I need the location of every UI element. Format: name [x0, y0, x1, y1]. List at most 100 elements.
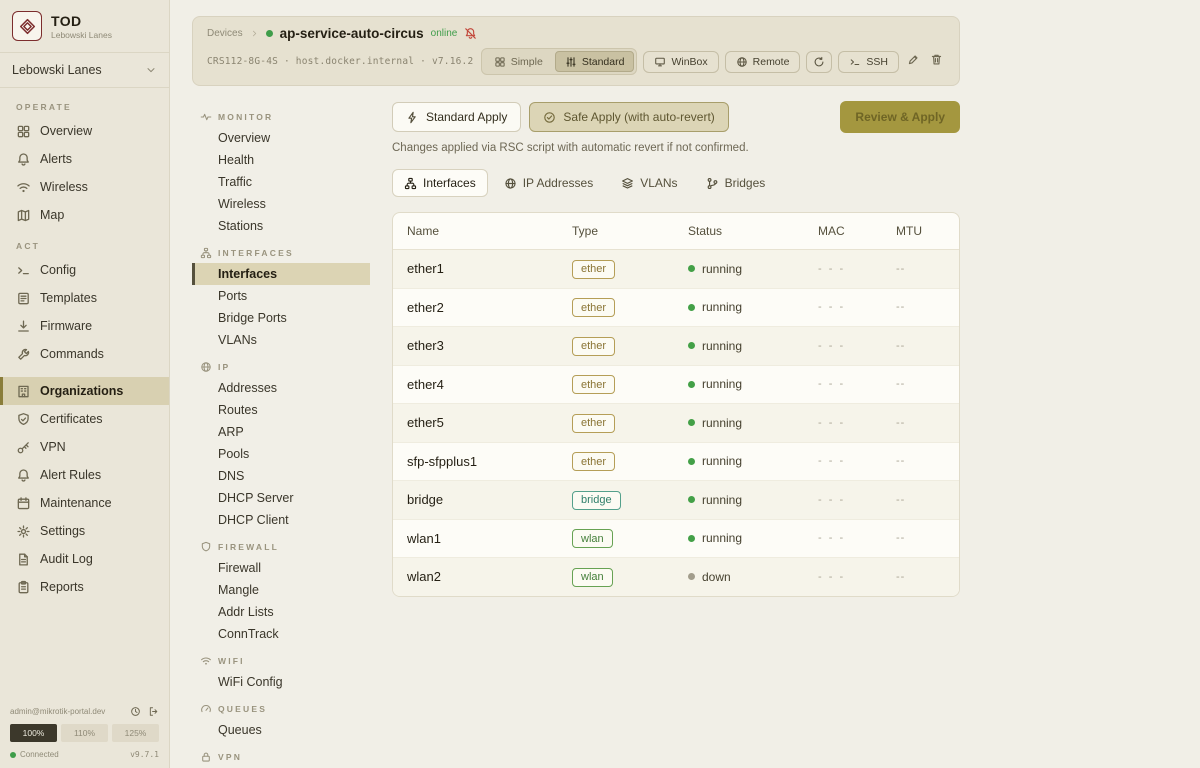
- subnav-item[interactable]: Queues: [192, 719, 370, 741]
- globe-icon: [504, 177, 517, 190]
- sidebar-item[interactable]: Commands: [0, 340, 169, 368]
- table-row[interactable]: wlan2 wlan down - - - --: [393, 558, 959, 596]
- remote-button[interactable]: Remote: [725, 51, 801, 73]
- panel-tab[interactable]: Interfaces: [392, 169, 488, 197]
- sidebar-item[interactable]: Maintenance: [0, 489, 169, 517]
- panel-tab[interactable]: VLANs: [609, 169, 689, 197]
- subnav-item[interactable]: Wireless: [192, 193, 370, 215]
- mac-cell: - - -: [818, 455, 896, 467]
- subnav-item[interactable]: Pools: [192, 443, 370, 465]
- download-icon: [16, 319, 31, 334]
- table-row[interactable]: ether3 ether running - - - --: [393, 327, 959, 366]
- subnav-item[interactable]: Firewall: [192, 557, 370, 579]
- status-cell: running: [688, 377, 818, 391]
- subnav-item[interactable]: ConnTrack: [192, 623, 370, 645]
- subnav-item[interactable]: DHCP Server: [192, 487, 370, 509]
- table-row[interactable]: sfp-sfpplus1 ether running - - - --: [393, 443, 959, 482]
- column-header: MTU: [896, 224, 945, 238]
- sidebar-item[interactable]: Config: [0, 256, 169, 284]
- table-row[interactable]: ether5 ether running - - - --: [393, 404, 959, 443]
- terminal-icon: [849, 56, 861, 68]
- subnav-item[interactable]: Ports: [192, 285, 370, 307]
- mtu-cell: --: [896, 571, 945, 583]
- mtu-cell: --: [896, 494, 945, 506]
- sidebar-item[interactable]: Alert Rules: [0, 461, 169, 489]
- sidebar-item[interactable]: Reports: [0, 573, 169, 601]
- sidebar-item[interactable]: Map: [0, 201, 169, 229]
- panel-tab[interactable]: Bridges: [694, 169, 778, 197]
- mtu-cell: --: [896, 417, 945, 429]
- subnav-item[interactable]: Addr Lists: [192, 601, 370, 623]
- subnav-section-interfaces: INTERFACES Interfaces Ports Bridge Ports…: [192, 237, 370, 351]
- subnav-item[interactable]: Traffic: [192, 171, 370, 193]
- sidebar-item[interactable]: Settings: [0, 517, 169, 545]
- sidebar-item[interactable]: Organizations: [0, 377, 169, 405]
- standard-view-button[interactable]: Standard: [555, 51, 635, 72]
- mac-cell: - - -: [818, 340, 896, 352]
- subnav-item[interactable]: Overview: [192, 127, 370, 149]
- interface-name: wlan2: [407, 569, 572, 584]
- sidebar-item[interactable]: VPN: [0, 433, 169, 461]
- subnav-item[interactable]: Addresses: [192, 377, 370, 399]
- status-dot: [688, 535, 695, 542]
- refresh-button[interactable]: [806, 51, 832, 73]
- table-row[interactable]: ether1 ether running - - - --: [393, 250, 959, 289]
- status-cell: running: [688, 454, 818, 468]
- standard-apply-button[interactable]: Standard Apply: [392, 102, 521, 132]
- table-row[interactable]: ether4 ether running - - - --: [393, 366, 959, 405]
- key-icon: [16, 440, 31, 455]
- bell-off-icon[interactable]: [464, 27, 477, 40]
- table-row[interactable]: wlan1 wlan running - - - --: [393, 520, 959, 559]
- sidebar-item[interactable]: Certificates: [0, 405, 169, 433]
- safe-apply-button[interactable]: Safe Apply (with auto-revert): [529, 102, 728, 132]
- org-selector[interactable]: Lebowski Lanes: [0, 53, 169, 88]
- edit-device-button[interactable]: [905, 51, 922, 73]
- zoom-chip[interactable]: 125%: [112, 724, 159, 742]
- sidebar-item[interactable]: Templates: [0, 284, 169, 312]
- monitor-icon: [654, 56, 666, 68]
- subnav-item[interactable]: VLANs: [192, 329, 370, 351]
- subnav-item[interactable]: Stations: [192, 215, 370, 237]
- subnav-item[interactable]: Routes: [192, 399, 370, 421]
- section-label-admin: [0, 368, 169, 377]
- history-icon[interactable]: [130, 706, 141, 717]
- sidebar-item[interactable]: Firmware: [0, 312, 169, 340]
- mtu-cell: --: [896, 455, 945, 467]
- winbox-button[interactable]: WinBox: [643, 51, 718, 73]
- status-dot: [688, 265, 695, 272]
- template-icon: [16, 291, 31, 306]
- subnav-item[interactable]: Interfaces: [192, 263, 370, 285]
- zoom-chip[interactable]: 110%: [61, 724, 108, 742]
- table-row[interactable]: bridge bridge running - - - --: [393, 481, 959, 520]
- network-icon: [404, 177, 417, 190]
- panel-tab[interactable]: IP Addresses: [492, 169, 606, 197]
- sidebar-item[interactable]: Overview: [0, 117, 169, 145]
- mac-cell: - - -: [818, 494, 896, 506]
- zoom-chip[interactable]: 100%: [10, 724, 57, 742]
- org-selector-value: Lebowski Lanes: [12, 63, 102, 77]
- simple-view-button[interactable]: Simple: [484, 51, 553, 72]
- subnav-section-wifi: WIFI WiFi Config: [192, 645, 370, 693]
- logout-icon[interactable]: [148, 706, 159, 717]
- breadcrumb-devices-link[interactable]: Devices: [207, 28, 243, 39]
- subnav-item[interactable]: Bridge Ports: [192, 307, 370, 329]
- subnav-item[interactable]: Mangle: [192, 579, 370, 601]
- sidebar-item[interactable]: Alerts: [0, 145, 169, 173]
- subnav-item[interactable]: ARP: [192, 421, 370, 443]
- review-apply-button[interactable]: Review & Apply: [840, 101, 960, 133]
- sidebar-item[interactable]: Wireless: [0, 173, 169, 201]
- delete-device-button[interactable]: [928, 51, 945, 73]
- wifi-icon: [16, 180, 31, 195]
- sidebar-item[interactable]: Audit Log: [0, 545, 169, 573]
- subnav-item[interactable]: DNS: [192, 465, 370, 487]
- network-icon: [200, 247, 212, 259]
- subnav-item[interactable]: WiFi Config: [192, 671, 370, 693]
- wrench-icon: [16, 347, 31, 362]
- subnav-item[interactable]: DHCP Client: [192, 509, 370, 531]
- subnav-item[interactable]: Health: [192, 149, 370, 171]
- view-mode-toggle: Simple Standard: [481, 48, 638, 75]
- interface-name: wlan1: [407, 531, 572, 546]
- ssh-button[interactable]: SSH: [838, 51, 899, 73]
- table-row[interactable]: ether2 ether running - - - --: [393, 289, 959, 328]
- subnav-section-firewall: FIREWALL Firewall Mangle Addr Lists Conn…: [192, 531, 370, 645]
